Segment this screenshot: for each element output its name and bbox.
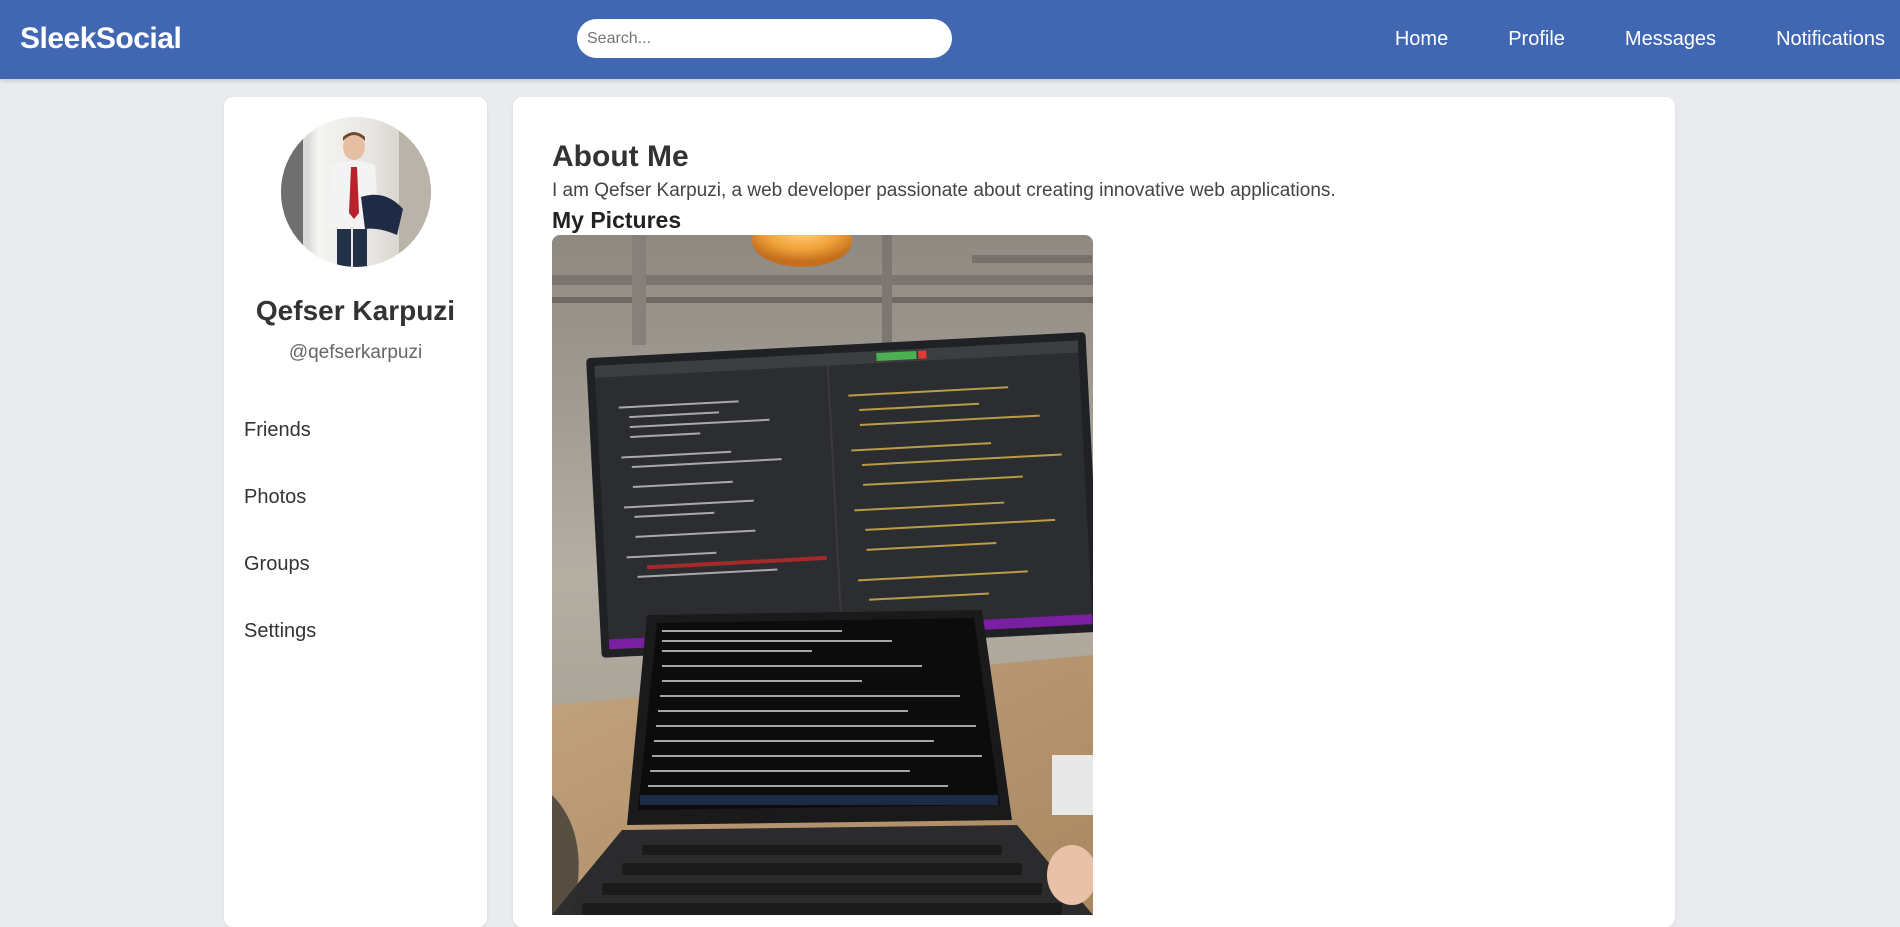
search-box bbox=[577, 19, 952, 58]
sidebar-menu: Friends Photos Groups Settings bbox=[244, 419, 316, 687]
top-navbar: SleekSocial Home Profile Messages Notifi… bbox=[0, 0, 1900, 79]
pictures-title: My Pictures bbox=[552, 207, 682, 233]
sidebar-item-photos[interactable]: Photos bbox=[244, 486, 316, 553]
nav-home-link[interactable]: Home bbox=[1395, 28, 1448, 51]
main-nav: Home Profile Messages Notifications bbox=[1335, 0, 1885, 79]
avatar[interactable] bbox=[281, 117, 431, 267]
nav-messages-link[interactable]: Messages bbox=[1625, 28, 1716, 51]
nav-profile-link[interactable]: Profile bbox=[1508, 28, 1565, 51]
user-avatar-icon bbox=[281, 117, 431, 267]
desk-setup-photo-icon bbox=[552, 235, 1093, 915]
main-content: About Me I am Qefser Karpuzi, a web deve… bbox=[513, 97, 1675, 927]
search-input[interactable] bbox=[577, 19, 952, 58]
about-title: About Me bbox=[552, 140, 689, 173]
brand-logo[interactable]: SleekSocial bbox=[20, 22, 182, 56]
profile-sidebar: Qefser Karpuzi @qefserkarpuzi Friends Ph… bbox=[224, 97, 487, 927]
picture-item[interactable] bbox=[552, 235, 1093, 915]
sidebar-item-groups[interactable]: Groups bbox=[244, 553, 316, 620]
about-text: I am Qefser Karpuzi, a web developer pas… bbox=[552, 180, 1336, 201]
sidebar-item-settings[interactable]: Settings bbox=[244, 620, 316, 687]
profile-name: Qefser Karpuzi bbox=[255, 295, 456, 326]
sidebar-item-friends[interactable]: Friends bbox=[244, 419, 316, 486]
profile-handle: @qefserkarpuzi bbox=[288, 342, 423, 363]
nav-notifications-link[interactable]: Notifications bbox=[1776, 28, 1885, 51]
